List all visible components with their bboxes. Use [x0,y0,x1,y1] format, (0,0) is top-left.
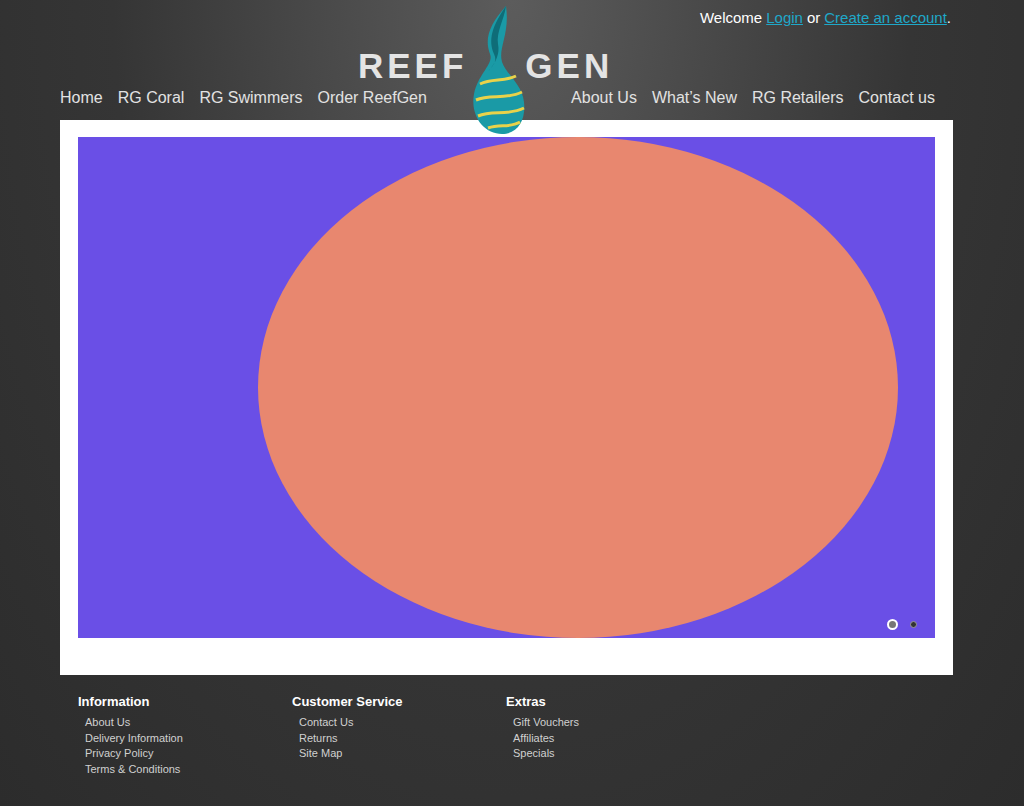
footer-link[interactable]: Site Map [299,746,506,762]
footer-link[interactable]: About Us [85,715,292,731]
footer-link[interactable]: Gift Vouchers [513,715,720,731]
footer-link[interactable]: Specials [513,746,720,762]
footer-link[interactable]: Returns [299,731,506,747]
create-account-link[interactable]: Create an account [824,9,947,26]
nav-item[interactable]: What’s New [652,87,737,109]
site-header: WelcomeLoginorCreate an account. REEF GEN H… [60,0,953,120]
period-text: . [947,9,951,26]
nav-item[interactable]: Order ReefGen [317,87,426,109]
login-link[interactable]: Login [766,8,803,28]
or-text: or [807,8,820,28]
welcome-text: Welcome [700,8,762,28]
footer-links: Gift VouchersAffiliatesSpecials [506,715,720,762]
nav-left: Home RG Coral RG Swimmers Order ReefGen [60,87,427,109]
footer-link[interactable]: Privacy Policy [85,746,292,762]
drop-icon[interactable] [470,4,528,136]
slider-dot[interactable] [887,619,898,630]
nav-right: About Us What’s New RG Retailers Contact us [571,87,935,109]
footer-column: Customer Service Contact UsReturnsSite Ma… [292,693,506,777]
slide-image[interactable] [78,137,935,638]
logo-left-text: REEF [358,48,467,84]
slider-dot[interactable] [910,621,917,628]
footer-heading: Extras [506,693,720,711]
footer-column: Extras Gift VouchersAffiliatesSpecials [506,693,720,777]
create-account-wrap: Create an account. [824,8,951,28]
footer-links: Contact UsReturnsSite Map [292,715,506,762]
slider-panel [60,120,953,675]
footer-link[interactable]: Contact Us [299,715,506,731]
footer-links: About UsDelivery InformationPrivacy Poli… [78,715,292,777]
nav-item[interactable]: Home [60,87,103,109]
footer-column: Information About UsDelivery InformationP… [78,693,292,777]
footer-link[interactable]: Delivery Information [85,731,292,747]
nav-item[interactable]: RG Swimmers [199,87,302,109]
site-footer: Information About UsDelivery InformationP… [60,675,953,797]
logo-right-text: GEN [525,48,613,84]
nav-item[interactable]: RG Retailers [752,87,844,109]
coral-shape [258,137,898,638]
footer-link[interactable]: Terms & Conditions [85,762,292,778]
footer-heading: Customer Service [292,693,506,711]
footer-link[interactable]: Affiliates [513,731,720,747]
slider-dots [887,619,917,630]
nav-item[interactable]: About Us [571,87,637,109]
nav-item[interactable]: RG Coral [118,87,185,109]
footer-heading: Information [78,693,292,711]
nav-item[interactable]: Contact us [859,87,935,109]
